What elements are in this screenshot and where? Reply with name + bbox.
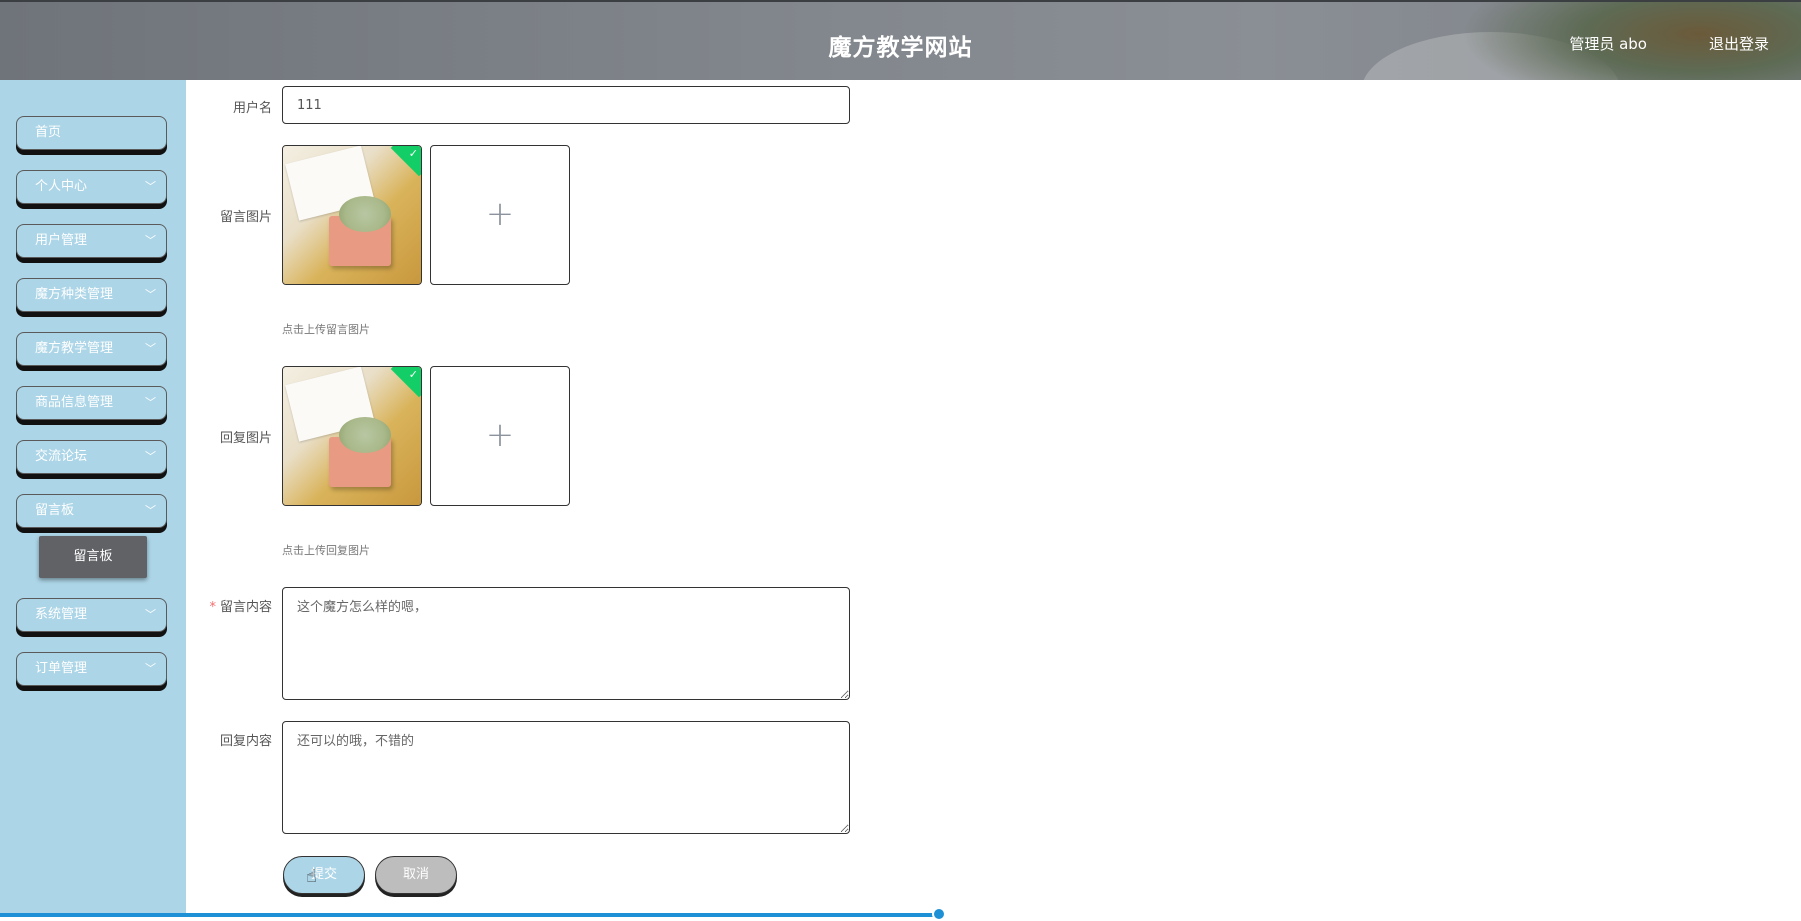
- plus-icon: +: [485, 415, 515, 455]
- sidebar-item-forum[interactable]: 交流论坛 ﹀: [16, 440, 167, 474]
- username-field[interactable]: [282, 86, 850, 124]
- chevron-down-icon: ﹀: [145, 608, 156, 621]
- sidebar-item-system-management[interactable]: 系统管理 ﹀: [16, 598, 167, 632]
- reply-content-textarea[interactable]: 还可以的哦，不错的: [282, 721, 850, 834]
- reply-image-upload-button[interactable]: +: [430, 366, 570, 506]
- reply-image-thumbnail[interactable]: ✓: [282, 366, 422, 506]
- sidebar-item-personal-center[interactable]: 个人中心 ﹀: [16, 170, 167, 204]
- chevron-down-icon: ﹀: [145, 504, 156, 517]
- gift-photo-ribbon: [339, 417, 391, 453]
- sidebar-item-product-info[interactable]: 商品信息管理 ﹀: [16, 386, 167, 420]
- sidebar-item-label: 个人中心: [35, 179, 88, 194]
- sidebar-item-cube-category[interactable]: 魔方种类管理 ﹀: [16, 278, 167, 312]
- site-title: 魔方教学网站: [828, 35, 973, 61]
- message-content-label: * 留言内容: [182, 596, 272, 615]
- horizontal-scrollbar[interactable]: [0, 913, 944, 917]
- message-image-upload-button[interactable]: +: [430, 145, 570, 285]
- chevron-down-icon: ﹀: [145, 662, 156, 675]
- hand-cursor-icon: ☝: [306, 866, 317, 887]
- message-content-label-text: 留言内容: [219, 600, 272, 615]
- sidebar-subitem-message-board[interactable]: 留言板: [39, 536, 147, 578]
- message-image-thumbnail[interactable]: ✓: [282, 145, 422, 285]
- reply-image-hint: 点击上传回复图片: [282, 544, 370, 557]
- sidebar-item-home[interactable]: 首页: [16, 116, 167, 150]
- sidebar-item-user-management[interactable]: 用户管理 ﹀: [16, 224, 167, 258]
- reply-content-label: 回复内容: [219, 734, 272, 749]
- plus-icon: +: [485, 194, 515, 234]
- username-label: 用户名: [232, 101, 272, 116]
- logout-button[interactable]: 退出登录: [1709, 33, 1769, 54]
- sidebar-item-order-management[interactable]: 订单管理 ﹀: [16, 652, 167, 686]
- message-image-hint: 点击上传留言图片: [282, 323, 370, 336]
- submit-button[interactable]: 提交: [283, 856, 365, 894]
- reply-image-label: 回复图片: [219, 431, 272, 446]
- sidebar-item-cube-teaching[interactable]: 魔方教学管理 ﹀: [16, 332, 167, 366]
- check-icon: ✓: [408, 368, 418, 381]
- chevron-down-icon: ﹀: [145, 450, 156, 463]
- required-asterisk: *: [209, 600, 216, 615]
- sidebar-item-label: 用户管理: [35, 233, 88, 248]
- sidebar-item-label: 系统管理: [35, 607, 88, 622]
- sidebar-item-label: 魔方教学管理: [35, 341, 114, 356]
- sidebar-item-label: 首页: [35, 125, 62, 140]
- user-info: 管理员 abo: [1569, 35, 1647, 53]
- sidebar: 首页 个人中心 ﹀ 用户管理 ﹀ 魔方种类管理 ﹀ 魔方教学管理 ﹀ 商品信息管…: [0, 80, 186, 917]
- check-icon: ✓: [408, 147, 418, 160]
- sidebar-item-label: 订单管理: [35, 661, 88, 676]
- sidebar-item-message-board[interactable]: 留言板 ﹀: [16, 494, 167, 528]
- gift-photo-ribbon: [339, 196, 391, 232]
- chevron-down-icon: ﹀: [145, 288, 156, 301]
- sidebar-item-label: 魔方种类管理: [35, 287, 114, 302]
- message-content-textarea[interactable]: 这个魔方怎么样的嗯，: [282, 587, 850, 700]
- cancel-button[interactable]: 取消: [375, 856, 457, 894]
- sidebar-item-label: 留言板: [35, 503, 75, 518]
- chevron-down-icon: ﹀: [145, 342, 156, 355]
- scrollbar-handle[interactable]: [932, 907, 946, 921]
- chevron-down-icon: ﹀: [145, 180, 156, 193]
- sidebar-item-label: 商品信息管理: [35, 395, 114, 410]
- chevron-down-icon: ﹀: [145, 234, 156, 247]
- top-header: 魔方教学网站 管理员 abo 退出登录: [0, 0, 1801, 80]
- sidebar-item-label: 交流论坛: [35, 449, 88, 464]
- chevron-down-icon: ﹀: [145, 396, 156, 409]
- message-image-label: 留言图片: [219, 210, 272, 225]
